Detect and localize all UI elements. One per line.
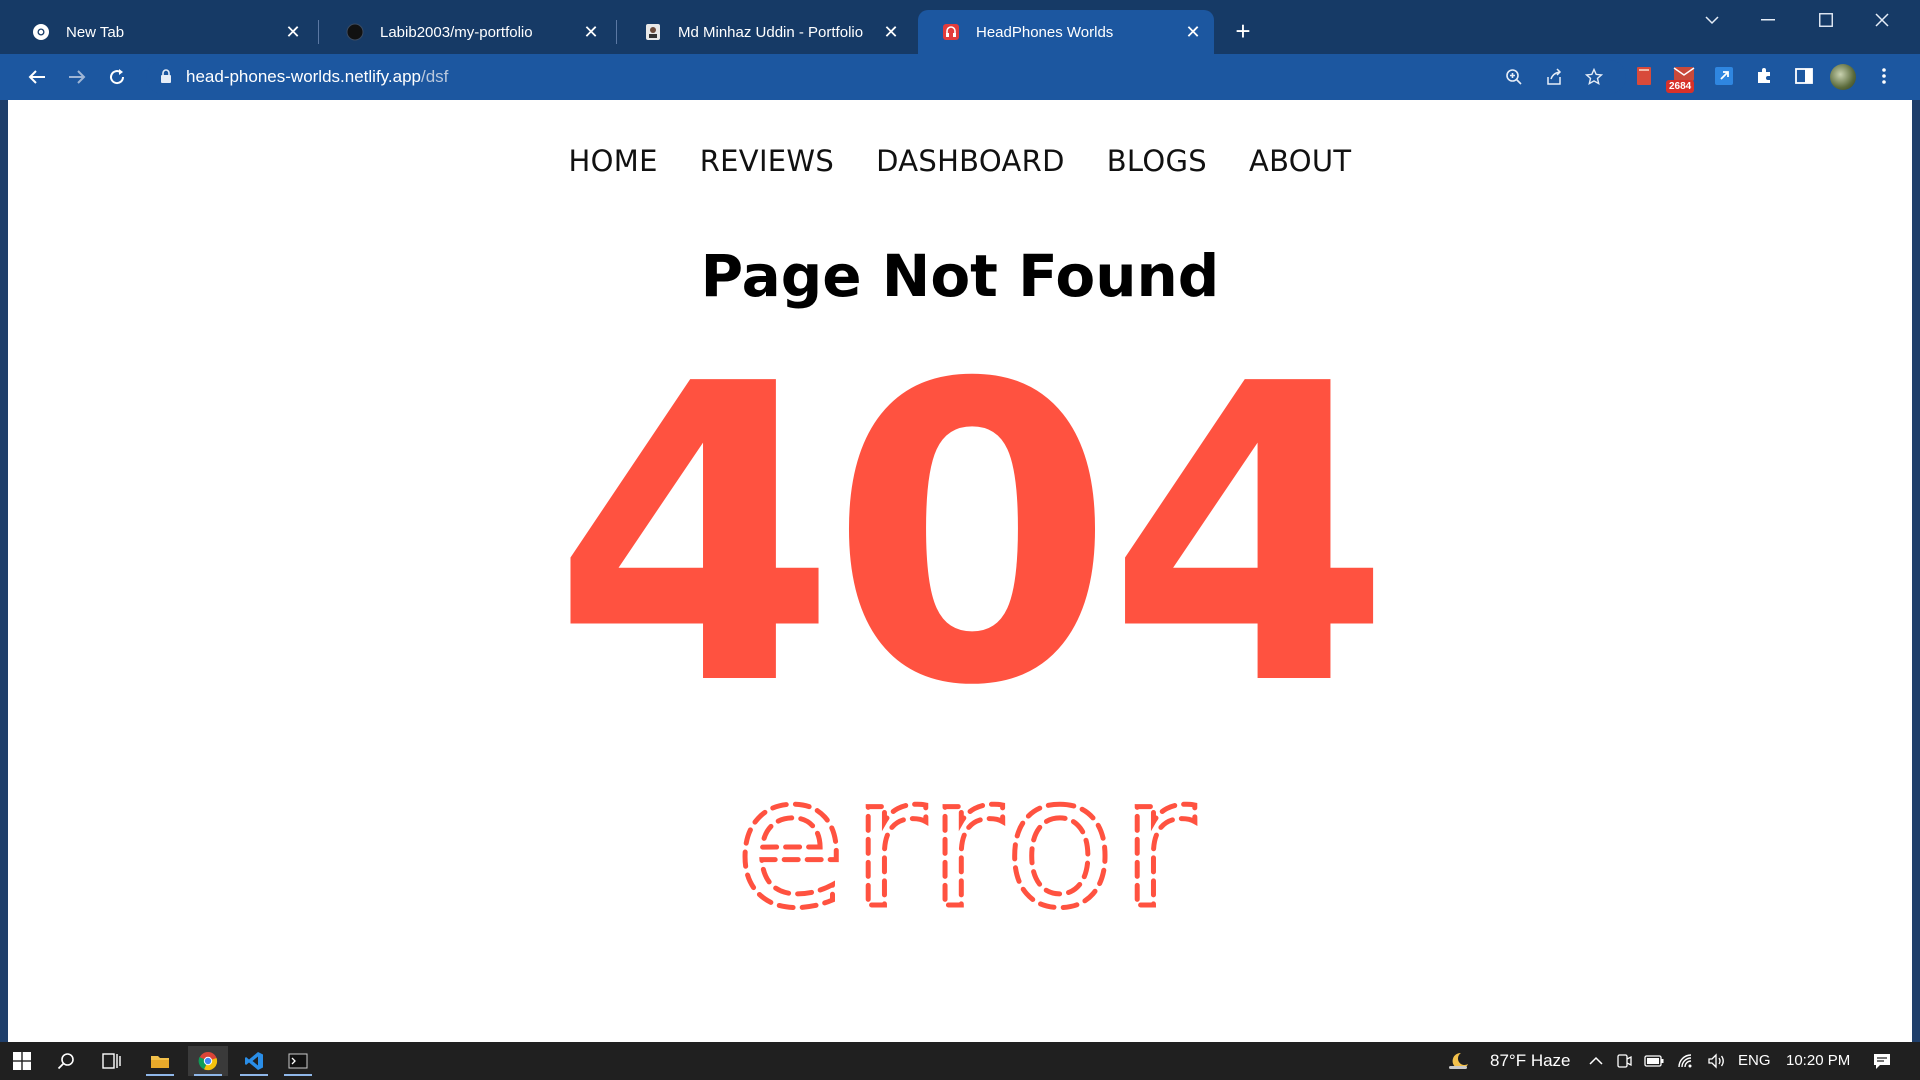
- tab-title: HeadPhones Worlds: [976, 23, 1114, 41]
- error-illustration: 404 error: [552, 350, 1392, 951]
- vscode-icon[interactable]: [234, 1046, 274, 1076]
- headphones-icon: [942, 23, 960, 41]
- extensions-puzzle-icon[interactable]: [1750, 62, 1778, 90]
- side-panel-icon[interactable]: [1790, 62, 1818, 90]
- window-left-edge: [0, 100, 8, 1042]
- nav-link-reviews[interactable]: REVIEWS: [700, 144, 834, 178]
- close-tab-icon[interactable]: ✕: [1182, 21, 1204, 43]
- terminal-icon[interactable]: [278, 1046, 318, 1076]
- profile-avatar[interactable]: [1830, 64, 1856, 90]
- chrome-taskbar-icon[interactable]: [188, 1046, 228, 1076]
- close-tab-icon[interactable]: ✕: [880, 21, 902, 43]
- clock-time[interactable]: 10:20 PM: [1786, 1052, 1850, 1069]
- tab-headphones-worlds[interactable]: HeadPhones Worlds ✕: [918, 10, 1214, 54]
- windows-start-icon[interactable]: [2, 1046, 42, 1076]
- new-tab-button[interactable]: +: [1228, 16, 1258, 46]
- tab-separator: [318, 20, 319, 44]
- wifi-icon[interactable]: [1672, 1046, 1700, 1076]
- tab-separator: [616, 20, 617, 44]
- github-icon: [346, 23, 364, 41]
- close-tab-icon[interactable]: ✕: [282, 21, 304, 43]
- nav-link-about[interactable]: ABOUT: [1249, 144, 1352, 178]
- zoom-icon[interactable]: [1502, 65, 1526, 89]
- running-indicator: [240, 1074, 268, 1076]
- mail-unread-badge: 2684: [1666, 80, 1695, 93]
- page-viewport: HOME REVIEWS DASHBOARD BLOGS ABOUT Page …: [8, 100, 1912, 1042]
- forward-arrow-icon[interactable]: [62, 62, 92, 92]
- running-indicator: [284, 1074, 312, 1076]
- share-icon[interactable]: [1542, 65, 1566, 89]
- notifications-icon[interactable]: [1864, 1046, 1900, 1076]
- bookmark-extension-icon[interactable]: [1630, 62, 1658, 90]
- tab-title: Md Minhaz Uddin - Portfolio: [678, 23, 864, 41]
- open-link-extension-icon[interactable]: [1710, 62, 1738, 90]
- search-icon[interactable]: [46, 1046, 86, 1076]
- url-text: head-phones-worlds.netlify.app/dsf: [186, 67, 448, 87]
- url-path: /dsf: [421, 67, 449, 86]
- tab-portfolio[interactable]: Md Minhaz Uddin - Portfolio ✕: [620, 10, 912, 54]
- window-right-edge: [1912, 100, 1920, 1042]
- weather-moon-icon[interactable]: [1444, 1046, 1474, 1076]
- weather-text[interactable]: 87°F Haze: [1490, 1051, 1571, 1071]
- address-bar[interactable]: head-phones-worlds.netlify.app/dsf: [146, 60, 1626, 94]
- tab-github[interactable]: Labib2003/my-portfolio ✕: [322, 10, 612, 54]
- file-explorer-icon[interactable]: [140, 1046, 180, 1076]
- nav-link-blogs[interactable]: BLOGS: [1107, 144, 1207, 178]
- input-language[interactable]: ENG: [1738, 1052, 1771, 1069]
- tab-title: New Tab: [66, 23, 125, 41]
- tab-title: Labib2003/my-portfolio: [380, 23, 533, 41]
- close-window-icon[interactable]: [1860, 4, 1904, 36]
- windows-taskbar: 87°F Haze ENG 10:20 PM: [0, 1042, 1920, 1080]
- maximize-icon[interactable]: [1804, 4, 1848, 36]
- nav-link-home[interactable]: HOME: [569, 144, 658, 178]
- url-host: head-phones-worlds.netlify.app: [186, 67, 421, 86]
- lock-icon[interactable]: [160, 69, 174, 85]
- browser-toolbar: head-phones-worlds.netlify.app/dsf: [0, 54, 1920, 100]
- nav-link-dashboard[interactable]: DASHBOARD: [876, 144, 1065, 178]
- tab-search-chevron-icon[interactable]: [1690, 4, 1734, 36]
- meet-now-icon[interactable]: [1612, 1046, 1636, 1076]
- running-indicator: [194, 1074, 222, 1076]
- page-title: Page Not Found: [700, 242, 1220, 310]
- error-word: error: [735, 739, 1201, 948]
- chevron-up-icon[interactable]: [1584, 1046, 1608, 1076]
- chrome-icon: [32, 23, 50, 41]
- reload-icon[interactable]: [102, 62, 132, 92]
- bookmark-star-icon[interactable]: [1582, 65, 1606, 89]
- browser-menu-icon[interactable]: [1870, 62, 1898, 90]
- task-view-icon[interactable]: [92, 1046, 132, 1076]
- running-indicator: [146, 1074, 174, 1076]
- error-code-404: 404: [552, 350, 1384, 775]
- portfolio-icon: [644, 23, 662, 41]
- site-nav: HOME REVIEWS DASHBOARD BLOGS ABOUT: [8, 144, 1912, 178]
- browser-tab-strip: New Tab ✕ Labib2003/my-portfolio ✕ Md Mi…: [0, 0, 1920, 54]
- tab-new-tab[interactable]: New Tab ✕: [8, 10, 314, 54]
- battery-icon[interactable]: [1640, 1046, 1668, 1076]
- close-tab-icon[interactable]: ✕: [580, 21, 602, 43]
- minimize-icon[interactable]: [1746, 4, 1790, 36]
- back-arrow-icon[interactable]: [22, 62, 52, 92]
- volume-icon[interactable]: [1702, 1046, 1730, 1076]
